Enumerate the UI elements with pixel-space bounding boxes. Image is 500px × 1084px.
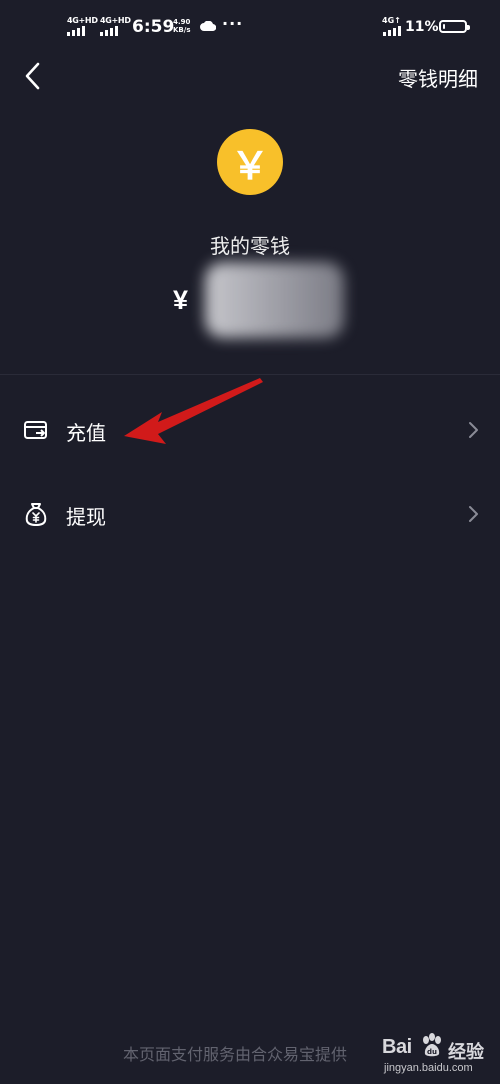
annotation-arrow: [124, 378, 263, 444]
cloud-icon: [200, 21, 216, 31]
right-network-label: 4G↑: [382, 16, 401, 25]
battery-icon: [439, 20, 470, 33]
money-bag-icon: [25, 503, 47, 527]
watermark-brand-left: Bai: [382, 1036, 412, 1058]
balance-amount-blurred: 3: [205, 262, 344, 338]
more-notifications-icon: ···: [222, 14, 244, 33]
battery-percent: 11%: [405, 19, 439, 35]
chevron-left-icon: [25, 62, 40, 90]
sim1-network-label: 4G+HD: [67, 16, 98, 25]
menu-item-recharge-label: 充值: [66, 423, 106, 445]
change-details-link[interactable]: 零钱明细: [398, 63, 478, 92]
sim2-signal-icon: 4G+HD: [100, 16, 131, 36]
yuan-coin-icon: ￥: [217, 129, 283, 195]
sim1-signal-icon: 4G+HD: [67, 16, 98, 36]
network-speed-value: 4.90: [173, 18, 191, 26]
paw-icon: du: [423, 1033, 441, 1057]
watermark-url: jingyan.baidu.com: [384, 1062, 473, 1074]
coin-symbol: ￥: [230, 143, 269, 188]
menu-item-withdraw-label: 提现: [66, 507, 106, 529]
menu-item-withdraw[interactable]: 提现: [0, 484, 500, 544]
card-transfer-icon: [24, 421, 47, 439]
balance-currency-symbol: ¥: [173, 285, 189, 315]
status-bar: 4G+HD 4G+HD 6:59 4.90 KB/s ··· 4G↑ 11%: [0, 0, 500, 56]
baidu-jingyan-watermark: Bai du 经验 jingyan.baidu.com: [380, 1028, 498, 1082]
payment-provider-note: 本页面支付服务由合众易宝提供: [123, 1047, 348, 1064]
watermark-brand-right: du: [427, 1048, 437, 1056]
back-button[interactable]: [16, 58, 52, 94]
right-signal-icon: 4G↑: [382, 16, 401, 36]
status-time: 6:59: [132, 17, 175, 37]
watermark-brand-cn: 经验: [448, 1042, 484, 1062]
sim2-network-label: 4G+HD: [100, 16, 131, 25]
chevron-right-icon: [469, 506, 478, 522]
chevron-right-icon: [469, 422, 478, 438]
network-speed-unit: KB/s: [173, 26, 191, 34]
balance-label: 我的零钱: [210, 236, 290, 258]
battery-level: [443, 24, 445, 29]
network-speed: 4.90 KB/s: [173, 18, 190, 34]
